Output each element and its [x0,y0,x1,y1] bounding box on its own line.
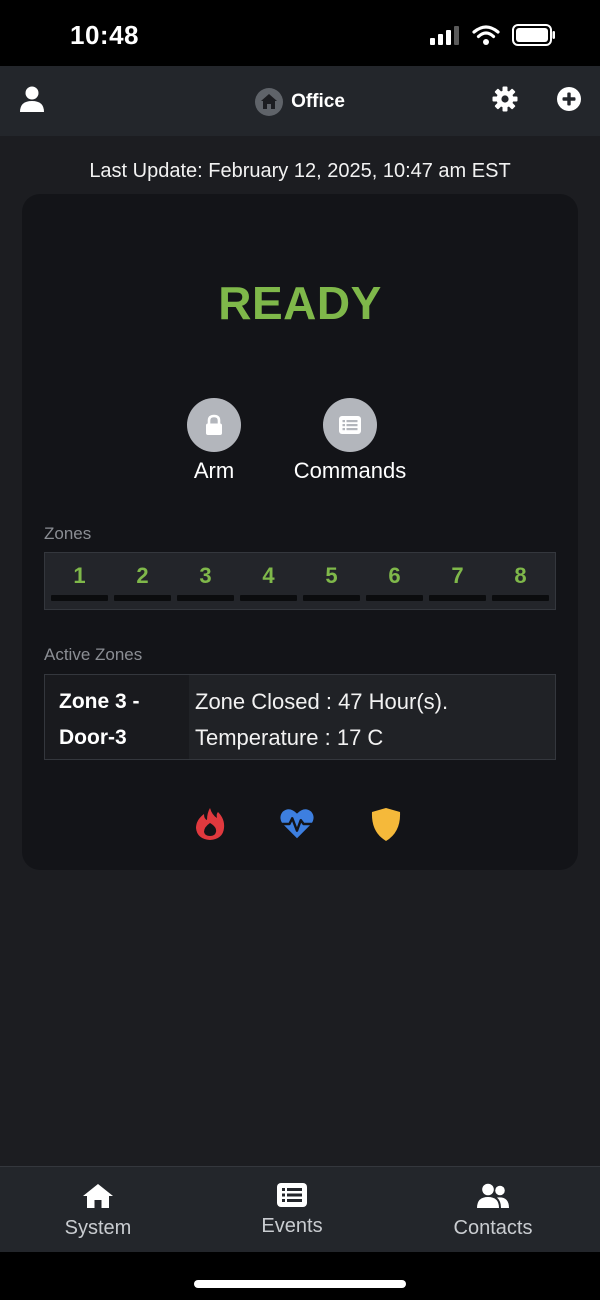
zone-1[interactable]: 1 [48,553,111,609]
zones-heading: Zones [44,524,92,543]
list-icon [323,398,377,452]
panel-status: READY [218,277,382,329]
active-zone-name: Zone 3 - Door-3 [45,675,189,759]
tab-events-label: Events [261,1215,323,1237]
status-icons [430,24,556,46]
location-name: Office [291,91,345,112]
active-zone-name-line1: Zone 3 - [59,690,140,713]
active-zone-name-line2: Door-3 [59,726,127,749]
status-bar: 10:48 [0,0,600,66]
temperature-text: Temperature : 17 C [195,725,384,750]
panel-card: READY Arm Commands Zones 1 2 3 4 5 6 7 8… [22,194,578,870]
lock-icon [187,398,241,452]
zone-4[interactable]: 4 [237,553,300,609]
zone-2[interactable]: 2 [111,553,174,609]
zone-6[interactable]: 6 [363,553,426,609]
wifi-icon [472,25,500,45]
zone-status-bar [429,595,486,601]
zone-number: 2 [136,563,149,588]
zone-status-bar [303,595,360,601]
zone-number: 7 [451,563,464,588]
tab-bar: System Events Contacts [0,1166,600,1252]
zone-number: 3 [199,563,212,588]
last-update: Last Update: February 12, 2025, 10:47 am… [89,160,511,182]
tab-events[interactable]: Events [212,1183,372,1238]
home-icon [255,88,284,116]
plus-circle-icon[interactable] [556,86,582,112]
main-content: Last Update: February 12, 2025, 10:47 am… [0,136,600,1166]
zone-status-bar [240,595,297,601]
zone-status-bar [51,595,108,601]
zone-number: 8 [514,563,527,588]
active-zones-heading: Active Zones [44,645,143,664]
home-indicator[interactable] [194,1280,406,1288]
shield-icon[interactable] [368,806,404,842]
zone-5[interactable]: 5 [300,553,363,609]
tab-system[interactable]: System [18,1183,178,1240]
zone-closed-text: Zone Closed : 47 Hour(s). [195,689,449,714]
battery-icon [512,24,555,46]
zone-8[interactable]: 8 [489,553,552,609]
zones-grid: 1 2 3 4 5 6 7 8 [44,552,556,610]
arm-button[interactable]: Arm [182,398,246,484]
tab-contacts[interactable]: Contacts [413,1183,573,1240]
tab-system-label: System [64,1217,132,1239]
gear-icon[interactable] [492,86,518,112]
fire-icon[interactable] [192,806,228,842]
signal-icon [430,26,459,45]
active-zone-row[interactable]: Zone 3 - Door-3 Zone Closed : 47 Hour(s)… [44,674,556,760]
nav-bar: Office [0,66,600,136]
zone-number: 1 [73,563,86,588]
zone-status-bar [366,595,423,601]
arm-label: Arm [193,458,235,483]
active-zone-details: Zone Closed : 47 Hour(s). Temperature : … [189,675,555,759]
home-indicator-area [0,1252,600,1300]
home-icon [83,1184,113,1208]
list-icon [277,1183,307,1207]
zone-number: 6 [388,563,401,588]
commands-button[interactable]: Commands [280,398,420,484]
zone-7[interactable]: 7 [426,553,489,609]
zone-3[interactable]: 3 [174,553,237,609]
heart-pulse-icon[interactable] [279,806,315,842]
commands-label: Commands [293,458,407,483]
zone-number: 4 [262,563,275,588]
tab-contacts-label: Contacts [453,1217,533,1239]
zone-status-bar [114,595,171,601]
zone-status-bar [492,595,549,601]
status-time: 10:48 [70,20,139,50]
zone-number: 5 [325,563,338,588]
zone-status-bar [177,595,234,601]
users-icon [477,1183,509,1208]
